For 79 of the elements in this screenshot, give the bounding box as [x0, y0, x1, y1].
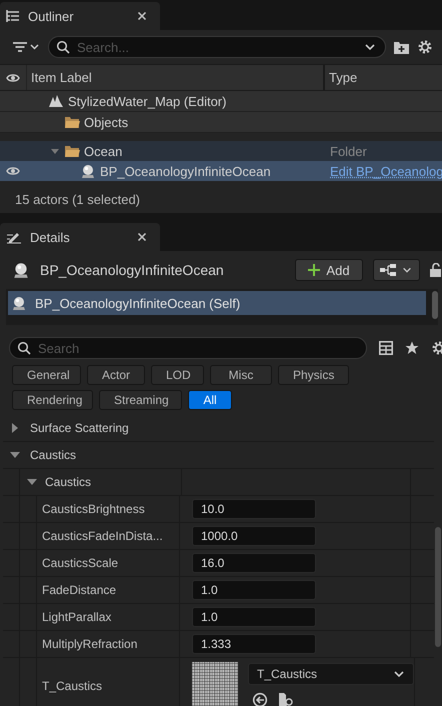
outliner-row[interactable]: Objects: [0, 112, 442, 133]
value-field[interactable]: 16.0: [192, 553, 316, 573]
tab-title: Outliner: [28, 8, 75, 24]
collapse-arrow-icon[interactable]: [10, 450, 20, 460]
item-label: Ocean: [84, 144, 122, 158]
add-button[interactable]: Add: [295, 259, 363, 281]
expand-arrow-icon[interactable]: [10, 423, 20, 433]
outliner-row[interactable]: StylizedWater_Map (Editor): [0, 91, 442, 112]
search-icon: [17, 341, 31, 355]
component-row[interactable]: BP_OceanologyInfiniteOcean (Self): [8, 291, 426, 315]
item-label: StylizedWater_Map (Editor): [68, 94, 226, 108]
value-field[interactable]: 1.0: [192, 607, 316, 627]
property-label: LightParallax: [36, 604, 180, 630]
sphere-icon: [11, 295, 27, 311]
pencil-icon: [6, 230, 22, 244]
property-label: MultiplyRefraction: [36, 631, 180, 657]
group-header[interactable]: Caustics: [19, 469, 182, 495]
search-field[interactable]: Search: [9, 337, 367, 359]
item-type: Folder: [329, 144, 368, 158]
value-field[interactable]: 1000.0: [192, 526, 316, 546]
value-field[interactable]: 1.0: [192, 580, 316, 600]
filter-button[interactable]: LOD: [151, 365, 204, 385]
category-header[interactable]: Surface Scattering: [3, 415, 434, 442]
search-field[interactable]: Search...: [48, 36, 386, 58]
filter-button[interactable]: Actor: [87, 365, 145, 385]
use-selected-icon[interactable]: [252, 692, 268, 706]
property-label: CausticsBrightness: [36, 496, 180, 522]
property-label: T_Caustics: [36, 658, 180, 706]
scrollbar-thumb[interactable]: [432, 291, 438, 319]
property-label: CausticsFadeInDista...: [36, 523, 180, 549]
chevron-icon: [402, 265, 412, 275]
hierarchy-icon: [380, 264, 396, 276]
lock-icon[interactable]: [430, 263, 442, 277]
actor-count: 15 actors (1 selected): [14, 190, 142, 209]
settings-icon[interactable]: [417, 39, 433, 55]
outliner-row[interactable]: Ocean Folder: [0, 141, 442, 161]
filter-button[interactable]: General: [12, 365, 81, 385]
filter-button[interactable]: Streaming: [99, 390, 182, 410]
actor-name: BP_OceanologyInfiniteOcean: [40, 262, 225, 278]
folder-icon: [64, 143, 80, 159]
collapse-arrow-icon[interactable]: [27, 477, 37, 487]
property-label: FadeDistance: [36, 577, 180, 603]
table-view-icon[interactable]: [379, 341, 393, 355]
filter-button[interactable]: Misc: [210, 365, 272, 385]
component-label: BP_OceanologyInfiniteOcean (Self): [35, 296, 240, 310]
filter-button[interactable]: Physics: [278, 365, 349, 385]
tab-title: Details: [30, 230, 71, 244]
texture-thumbnail[interactable]: [192, 662, 238, 706]
folder-icon: [64, 114, 80, 130]
category-title: Caustics: [30, 448, 76, 462]
value-field[interactable]: 10.0: [192, 499, 316, 519]
filter-button[interactable]: All: [188, 390, 232, 410]
add-folder-icon[interactable]: [394, 40, 409, 54]
collapse-arrow-icon[interactable]: [50, 146, 60, 156]
star-icon[interactable]: [405, 341, 419, 355]
item-label: Objects: [84, 114, 128, 130]
property-label: CausticsScale: [36, 550, 180, 576]
filter-icon[interactable]: [12, 40, 40, 54]
browse-icon[interactable]: [278, 692, 294, 706]
outliner-icon: [6, 9, 20, 23]
item-label: BP_OceanologyInfiniteOcean: [100, 164, 271, 178]
blueprint-dropdown[interactable]: [373, 259, 420, 281]
plus-icon: [308, 264, 320, 276]
group-title: Caustics: [45, 475, 92, 489]
value-field[interactable]: 1.333: [192, 634, 316, 654]
sphere-icon: [12, 261, 30, 279]
scrollbar-thumb[interactable]: [435, 527, 441, 647]
asset-name: T_Caustics: [257, 667, 318, 681]
close-icon[interactable]: [138, 233, 146, 241]
outliner-tab[interactable]: Outliner: [0, 2, 160, 30]
sphere-icon: [80, 163, 96, 179]
search-icon: [56, 40, 70, 54]
map-icon: [48, 93, 64, 109]
filter-button[interactable]: Rendering: [12, 390, 93, 410]
close-icon[interactable]: [138, 12, 146, 20]
details-tab[interactable]: Details: [0, 223, 160, 251]
category-title: Surface Scattering: [30, 421, 129, 435]
column-header[interactable]: Type: [325, 65, 442, 90]
asset-dropdown[interactable]: T_Caustics: [248, 663, 414, 685]
